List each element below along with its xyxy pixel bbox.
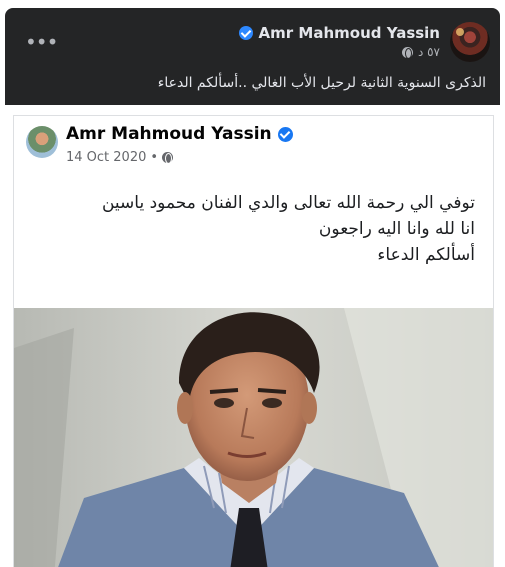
avatar[interactable] [450,22,490,62]
shared-author-name[interactable]: Amr Mahmoud Yassin [66,124,272,144]
post-author-name[interactable]: Amr Mahmoud Yassin [259,24,440,42]
shared-post-text: توفي الي رحمة الله تعالى والدي الفنان مح… [102,190,475,268]
shared-post-author[interactable]: Amr Mahmoud Yassin [66,124,293,144]
portrait-photo[interactable] [14,308,493,567]
shared-text-line: توفي الي رحمة الله تعالى والدي الفنان مح… [101,193,475,213]
facebook-post: ••• Amr Mahmoud Yassin ٥٧ د الذكرى السنو… [5,8,500,567]
verified-icon [238,26,253,40]
post-author[interactable]: Amr Mahmoud Yassin [238,24,440,42]
verified-icon [277,126,293,142]
shared-avatar[interactable] [26,126,58,158]
portrait-illustration [14,308,493,567]
globe-icon [401,46,413,59]
post-caption: الذكرى السنوية الثانية لرحيل الأب الغالي… [157,75,486,91]
globe-icon [162,152,174,164]
shared-text-line: انا لله وانا اليه راجعون [318,219,475,239]
shared-post-card[interactable]: Amr Mahmoud Yassin 14 Oct 2020 • توفي ال… [13,115,494,567]
post-time[interactable]: ٥٧ د [418,45,440,59]
more-options-icon[interactable]: ••• [25,32,58,52]
shared-post-date[interactable]: 14 Oct 2020 [66,150,146,165]
post-header: ••• Amr Mahmoud Yassin ٥٧ د [5,8,500,70]
shared-post-area: Amr Mahmoud Yassin 14 Oct 2020 • توفي ال… [5,105,500,567]
shared-text-line: أسألكم الدعاء [377,245,475,265]
post-meta: ٥٧ د [401,45,440,59]
shared-post-meta: 14 Oct 2020 • [66,150,174,165]
meta-separator: • [150,150,159,165]
